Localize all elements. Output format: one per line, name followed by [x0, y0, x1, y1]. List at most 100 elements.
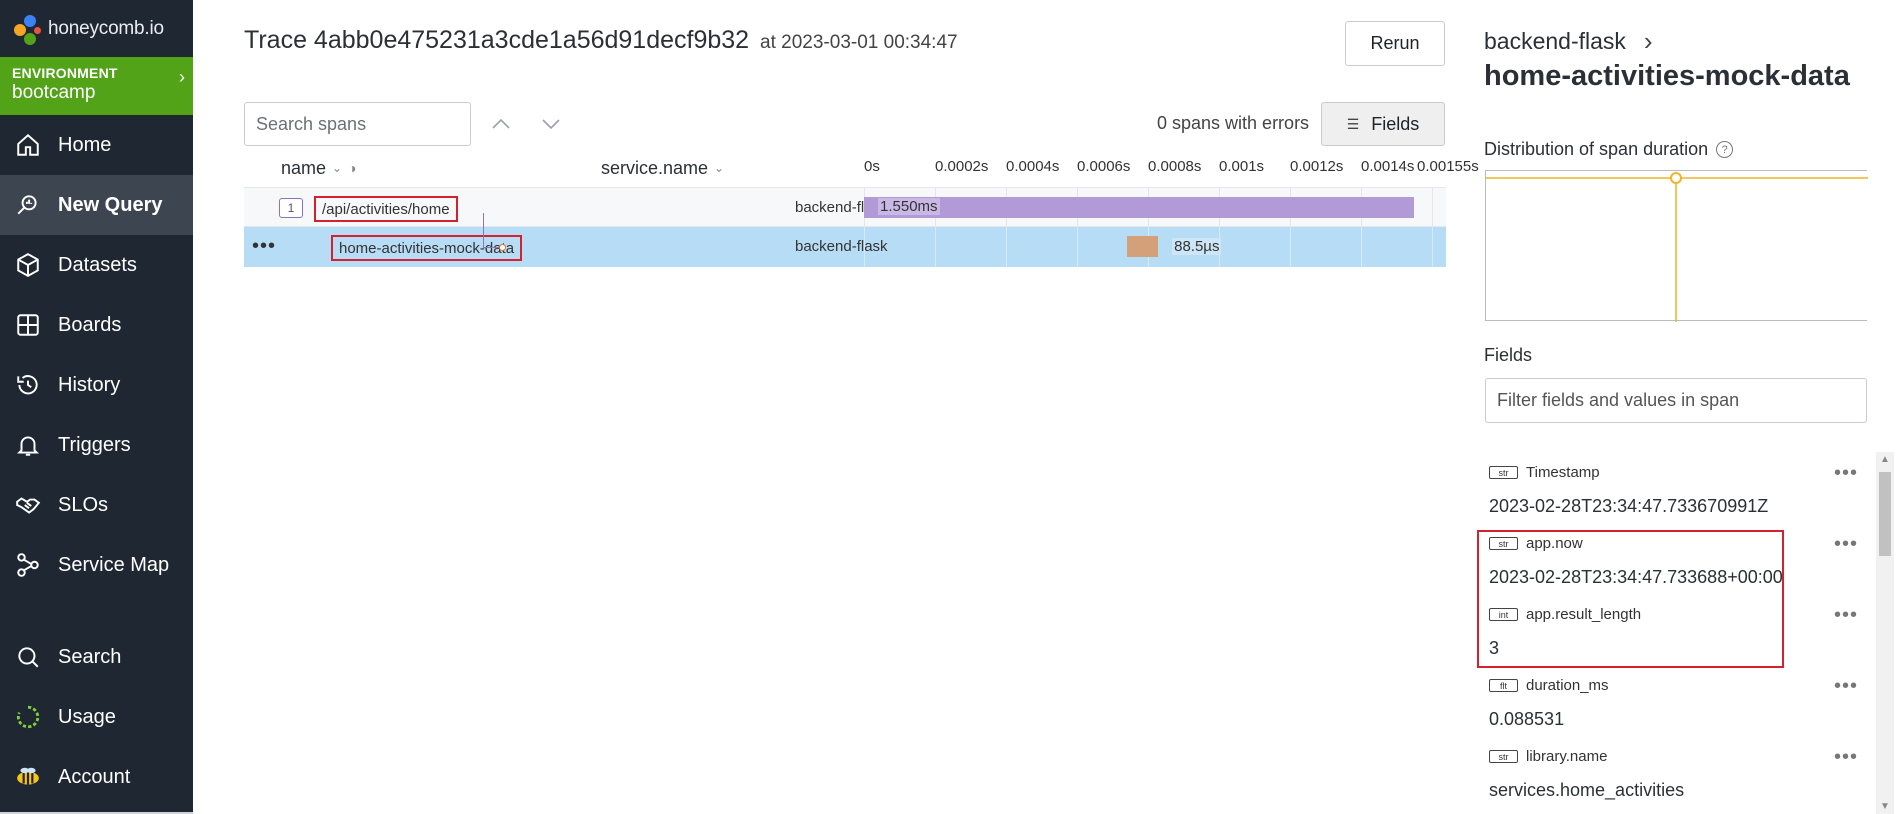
table-row[interactable]: 1 /api/activities/home backend-flask 1.5…: [244, 187, 1446, 228]
tree-connector: [483, 247, 499, 248]
field-more-icon[interactable]: •••: [1834, 533, 1858, 556]
fields-button-label: Fields: [1371, 113, 1420, 134]
timeline-tick-label: 0.0006s: [1077, 158, 1131, 175]
timeline-gridline: [1006, 227, 1007, 267]
span-name[interactable]: home-activities-mock-data: [331, 235, 523, 261]
timeline-gridline: [864, 227, 865, 267]
span-duration-label: 88.5µs: [1172, 238, 1222, 255]
sidebar-item-label: New Query: [58, 193, 163, 216]
service-column-label: service.name: [601, 157, 709, 178]
service-name: backend-flask: [795, 238, 888, 255]
rerun-button[interactable]: Rerun: [1345, 21, 1445, 66]
sidebar-item-usage[interactable]: Usage: [0, 687, 193, 747]
environment-name: bootcamp: [12, 82, 96, 103]
field-value[interactable]: services.home_activities: [1489, 780, 1684, 801]
logo-text: honeycomb.io: [48, 17, 164, 39]
more-actions-icon[interactable]: •••: [252, 235, 276, 258]
help-icon[interactable]: ?: [1716, 141, 1734, 158]
timeline-tick-label: 0.0008s: [1148, 158, 1202, 175]
name-column-header[interactable]: name ⌄ ◑: [281, 150, 357, 186]
breadcrumb[interactable]: backend-flask ›: [1484, 26, 1653, 57]
field-value[interactable]: 0.088531: [1489, 709, 1564, 730]
tree-connector: [483, 213, 484, 247]
sidebar-item-new-query[interactable]: New Query: [0, 175, 193, 235]
sidebar-item-boards[interactable]: Boards: [0, 295, 193, 355]
distribution-heading: Distribution of span duration ?: [1484, 139, 1734, 160]
timeline-tick-label: 0.0002s: [935, 158, 989, 175]
scroll-down-icon[interactable]: ▼: [1880, 801, 1890, 812]
sidebar-item-datasets[interactable]: Datasets: [0, 235, 193, 295]
span-duration-bar[interactable]: [864, 197, 1415, 218]
errors-count: 0 spans with errors: [1157, 113, 1310, 133]
panel-scrollbar[interactable]: ▲ ▼: [1876, 452, 1894, 814]
chevron-right-icon: ›: [179, 67, 185, 87]
field-more-icon[interactable]: •••: [1834, 746, 1858, 769]
field-key-label: library.name: [1526, 748, 1608, 765]
sidebar-item-account[interactable]: Account: [0, 747, 193, 807]
search-icon: [14, 643, 42, 671]
sidebar-item-label: History: [58, 373, 121, 396]
field-more-icon[interactable]: •••: [1834, 675, 1858, 698]
sidebar-item-home[interactable]: Home: [0, 115, 193, 175]
span-node-dot: [499, 244, 506, 251]
timeline-tick-label: 0.0012s: [1290, 158, 1344, 175]
sidebar-item-label: Boards: [58, 313, 122, 336]
datasets-icon: [14, 251, 42, 279]
previous-match-button[interactable]: [486, 110, 516, 138]
sidebar-item-search[interactable]: Search: [0, 627, 193, 687]
chevron-down-icon: [542, 119, 560, 130]
usage-icon: [14, 703, 42, 731]
search-spans-input[interactable]: [244, 102, 471, 146]
boards-icon: [14, 311, 42, 339]
logo[interactable]: honeycomb.io: [0, 0, 193, 57]
trace-view: Trace 4abb0e475231a3cde1a56d91decf9b32 a…: [193, 0, 1479, 814]
field-key: str library.name: [1489, 748, 1607, 765]
distribution-plot: [1486, 172, 1868, 322]
field-key: flt duration_ms: [1489, 677, 1609, 694]
sidebar-item-label: Account: [58, 765, 131, 788]
home-icon: [14, 131, 42, 159]
field-more-icon[interactable]: •••: [1834, 604, 1858, 627]
span-name[interactable]: /api/activities/home: [314, 196, 458, 222]
drop-icon: ◑: [348, 160, 357, 176]
timeline-tick-label: 0.0014s: [1361, 158, 1415, 175]
sidebar-item-label: Home: [58, 133, 112, 156]
field-key-label: Timestamp: [1526, 464, 1600, 481]
span-duration-bar[interactable]: [1126, 236, 1159, 257]
scroll-up-icon[interactable]: ▲: [1880, 454, 1890, 465]
child-count-badge[interactable]: 1: [279, 198, 303, 218]
distribution-label: Distribution of span duration: [1484, 139, 1709, 159]
sidebar-item-label: Triggers: [58, 433, 131, 456]
field-value[interactable]: 2023-02-28T23:34:47.733670991Z: [1489, 496, 1768, 517]
sidebar-item-service-map[interactable]: Service Map: [0, 535, 193, 595]
timeline-gridline: [1432, 227, 1433, 267]
trace-id-title: Trace 4abb0e475231a3cde1a56d91decf9b32: [244, 26, 750, 54]
chevron-right-icon: ›: [1643, 26, 1653, 56]
timeline-tick-label: 0.0004s: [1006, 158, 1060, 175]
annotation-highlight: [1477, 530, 1784, 668]
table-row-selected[interactable]: ••• home-activities-mock-data backend-fl…: [244, 227, 1446, 267]
fields-button[interactable]: ☰ Fields: [1321, 102, 1445, 146]
service-breadcrumb[interactable]: backend-flask: [1484, 28, 1626, 55]
duration-distribution-chart[interactable]: [1485, 170, 1868, 322]
history-icon: [14, 371, 42, 399]
environment-selector[interactable]: ENVIRONMENT bootcamp ›: [0, 57, 193, 115]
sidebar-item-triggers[interactable]: Triggers: [0, 415, 193, 475]
query-icon: [14, 191, 42, 219]
field-type-badge: str: [1489, 750, 1518, 763]
field-more-icon[interactable]: •••: [1834, 462, 1858, 485]
timeline-gridline: [1361, 227, 1362, 267]
name-column-label: name: [281, 157, 327, 178]
next-match-button[interactable]: [536, 110, 566, 138]
sidebar-item-history[interactable]: History: [0, 355, 193, 415]
timeline-gridline: [1432, 188, 1433, 228]
scroll-thumb[interactable]: [1879, 472, 1891, 556]
timeline-gridline: [1077, 227, 1078, 267]
service-column-header[interactable]: service.name ⌄: [601, 150, 724, 186]
sidebar-item-slos[interactable]: SLOs: [0, 475, 193, 535]
fields-list-icon: ☰: [1346, 115, 1360, 132]
sort-chevron-icon: ⌄: [332, 161, 343, 175]
service-map-icon: [14, 551, 42, 579]
timeline-tick-label: 0s: [864, 158, 880, 175]
filter-fields-input[interactable]: [1485, 378, 1867, 423]
